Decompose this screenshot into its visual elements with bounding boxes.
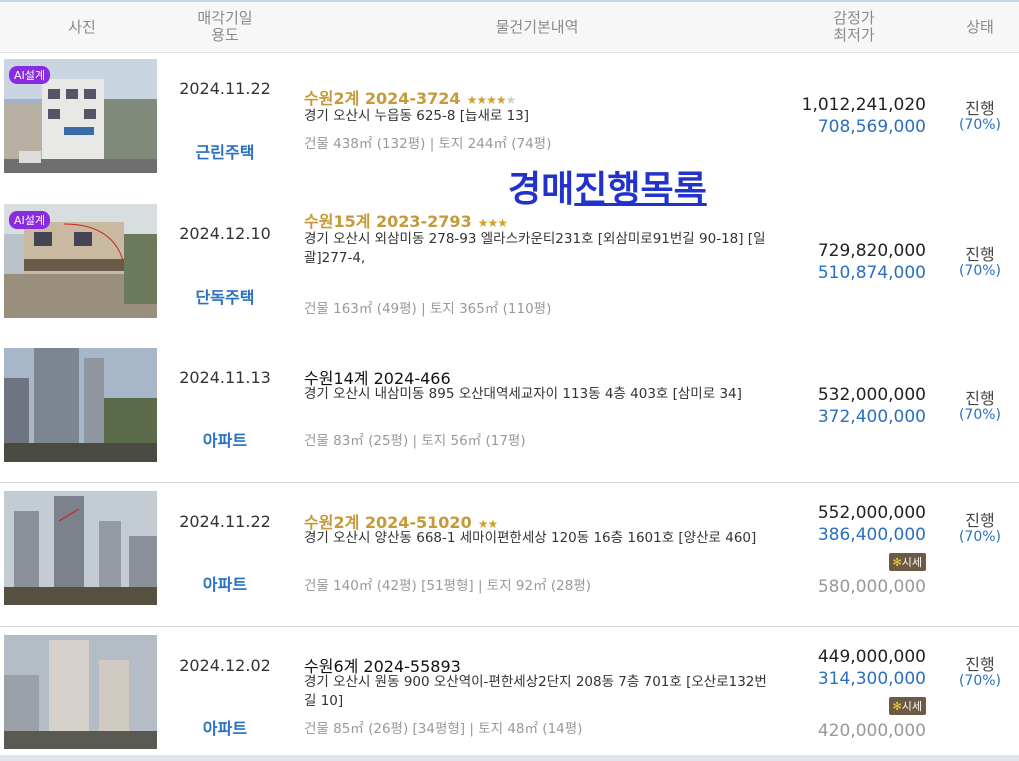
minimum-price: 372,400,000 [817,407,926,427]
auction-date: 2024.12.10 [179,224,271,243]
usage-type: 아파트 [202,431,248,450]
property-photo[interactable] [4,348,157,462]
address: 경기 오산시 양산동 668-1 세마이편한세상 120동 16층 1601호 … [304,530,757,546]
address: 경기 오산시 외삼미동 278-93 엘라스카운티231호 [외삼미로91번길 … [304,231,766,266]
table-row[interactable]: 2024.11.13 아파트 수원14계 2024-466 경기 오산시 내삼미… [0,339,1019,483]
usage-type: 아파트 [202,575,248,594]
usage-type: 근린주택 [195,143,255,162]
status-percent: (70%) [958,117,1002,133]
status-label: 진행 [965,655,995,674]
property-photo[interactable] [4,491,157,605]
area-info: 건물 85㎡ (26평) [34평형] | 토지 48㎡ (14평) [304,721,583,737]
auction-list-title: 경매진행목록 [508,169,707,210]
header-details: 물건기본내역 [495,17,579,36]
address: 경기 오산시 내삼미동 895 오산대역세교자이 113동 4층 403호 [삼… [304,386,742,402]
appraisal-price: 729,820,000 [817,241,926,261]
property-photo[interactable] [4,635,157,749]
table-row[interactable]: 2024.12.02 아파트 수원6계 2024-55893 경기 오산시 원동… [0,627,1019,755]
area-info: 건물 140㎡ (42평) [51평형] | 토지 92㎡ (28평) [304,578,592,594]
market-price: 420,000,000 [817,721,926,741]
status-percent: (70%) [958,673,1002,689]
ai-design-badge[interactable]: AI설계 [9,211,51,229]
status-percent: (70%) [958,407,1002,423]
table-row[interactable]: 2024.11.22 아파트 수원2계 2024-51020 ★★ 경기 오산시 … [0,483,1019,627]
area-info: 건물 163㎡ (49평) | 토지 365㎡ (110평) [304,301,552,317]
status-label: 진행 [965,245,995,264]
rating-stars: ★★★ [477,216,508,230]
address: 경기 오산시 원동 900 오산역이-편한세상2단지 208동 7층 701호 … [304,674,767,709]
property-photo[interactable]: AI설계 [4,204,157,318]
appraisal-price: 532,000,000 [817,385,926,405]
minimum-price: 386,400,000 [817,525,926,545]
status-label: 진행 [965,99,995,118]
header-price: 감정가 최저가 [833,9,875,44]
header-status: 상태 [966,17,994,36]
minimum-price: 708,569,000 [817,117,926,137]
case-number[interactable]: 수원15계 2023-2793 ★★★ [304,208,508,232]
status-label: 진행 [965,511,995,530]
table-row[interactable]: AI설계 2024.12.10 단독주택 수원15계 2023-2793 ★★★ … [0,196,1019,340]
area-info: 건물 83㎡ (25평) | 토지 56㎡ (17평) [304,433,526,449]
market-icon: ✻ [892,556,902,569]
auction-date: 2024.11.22 [179,512,271,531]
usage-type: 단독주택 [195,288,255,307]
usage-type: 아파트 [202,719,248,738]
property-photo[interactable]: AI설계 [4,59,157,173]
rating-stars: ★★★★★ [466,93,517,107]
auction-date: 2024.12.02 [179,656,271,675]
market-icon: ✻ [892,700,902,713]
address: 경기 오산시 누읍동 625-8 [늡새로 13] [304,108,530,124]
status-percent: (70%) [958,263,1002,279]
appraisal-price: 449,000,000 [817,647,926,667]
appraisal-price: 1,012,241,020 [801,95,926,115]
status-label: 진행 [965,389,995,408]
auction-date: 2024.11.13 [179,368,271,387]
appraisal-price: 552,000,000 [817,503,926,523]
header-photo: 사진 [68,17,96,36]
table-header: 사진 매각기일 용도 물건기본내역 감정가 최저가 상태 [0,2,1019,53]
market-price-badge[interactable]: ✻시세 [888,697,926,715]
header-date-usage: 매각기일 용도 [197,9,253,44]
auction-date: 2024.11.22 [179,79,271,98]
case-number[interactable]: 수원2계 2024-3724 ★★★★★ [304,85,517,109]
minimum-price: 510,874,000 [817,263,926,283]
ai-design-badge[interactable]: AI설계 [9,66,51,84]
status-percent: (70%) [958,529,1002,545]
area-info: 건물 438㎡ (132평) | 토지 244㎡ (74평) [304,136,552,152]
horizontal-scrollbar[interactable] [0,755,1019,761]
minimum-price: 314,300,000 [817,669,926,689]
market-price: 580,000,000 [817,577,926,597]
market-price-badge[interactable]: ✻시세 [888,553,926,571]
